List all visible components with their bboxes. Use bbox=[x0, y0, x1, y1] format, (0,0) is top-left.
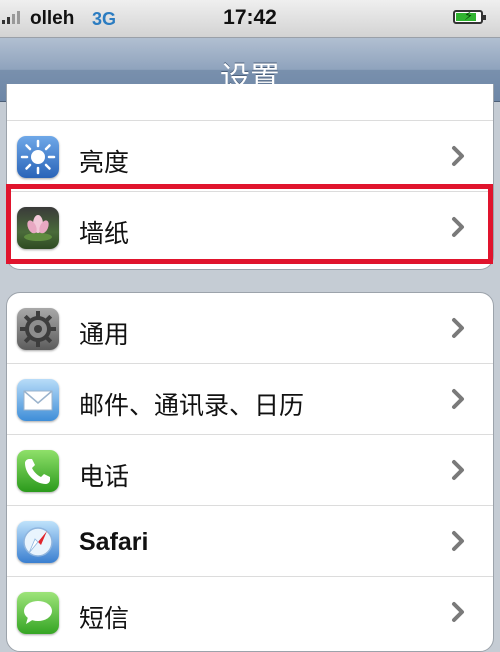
phone-icon bbox=[17, 450, 59, 492]
settings-row-brightness[interactable]: 亮度 bbox=[7, 121, 493, 192]
row-label-phone: 电话 bbox=[79, 463, 130, 491]
chevron-right-icon bbox=[452, 318, 464, 338]
brightness-icon bbox=[17, 136, 59, 178]
settings-row-wallpaper[interactable]: 墙纸 bbox=[7, 192, 493, 263]
battery-icon: ⚡ bbox=[453, 8, 486, 24]
settings-row-phone[interactable]: 电话 bbox=[7, 435, 493, 506]
settings-row-messages[interactable]: 短信 bbox=[7, 577, 493, 648]
status-time: 17:42 bbox=[223, 6, 277, 29]
chevron-right-icon bbox=[452, 531, 464, 551]
row-label-mail-contacts-calendars: 邮件、通讯录、日历 bbox=[79, 392, 305, 420]
settings-group-display: 亮度 墙纸 bbox=[6, 84, 494, 270]
status-bar: olleh 3G 17:42 ⚡ bbox=[0, 0, 500, 38]
safari-compass-icon bbox=[17, 521, 59, 563]
charging-bolt-icon: ⚡ bbox=[464, 8, 474, 23]
settings-row-mail-contacts-calendars[interactable]: 邮件、通讯录、日历 bbox=[7, 364, 493, 435]
chevron-right-icon bbox=[452, 389, 464, 409]
mail-icon bbox=[17, 379, 59, 421]
wallpaper-icon bbox=[17, 207, 59, 249]
partially-hidden-row[interactable] bbox=[7, 84, 493, 121]
general-gear-icon bbox=[17, 308, 59, 350]
chevron-right-icon bbox=[452, 602, 464, 622]
chevron-right-icon bbox=[452, 146, 464, 166]
messages-icon bbox=[17, 592, 59, 634]
chevron-right-icon bbox=[452, 460, 464, 480]
settings-row-safari[interactable]: Safari bbox=[7, 506, 493, 577]
row-label-safari: Safari bbox=[79, 528, 149, 556]
row-label-messages: 短信 bbox=[79, 605, 130, 633]
chevron-right-icon bbox=[452, 217, 464, 237]
row-label-brightness: 亮度 bbox=[79, 149, 130, 177]
settings-group-apps: 通用 邮件、通讯录、日历 电话 Safari 短信 bbox=[6, 292, 494, 652]
settings-row-general[interactable]: 通用 bbox=[7, 293, 493, 364]
row-label-general: 通用 bbox=[79, 321, 130, 349]
row-label-wallpaper: 墙纸 bbox=[79, 220, 130, 248]
